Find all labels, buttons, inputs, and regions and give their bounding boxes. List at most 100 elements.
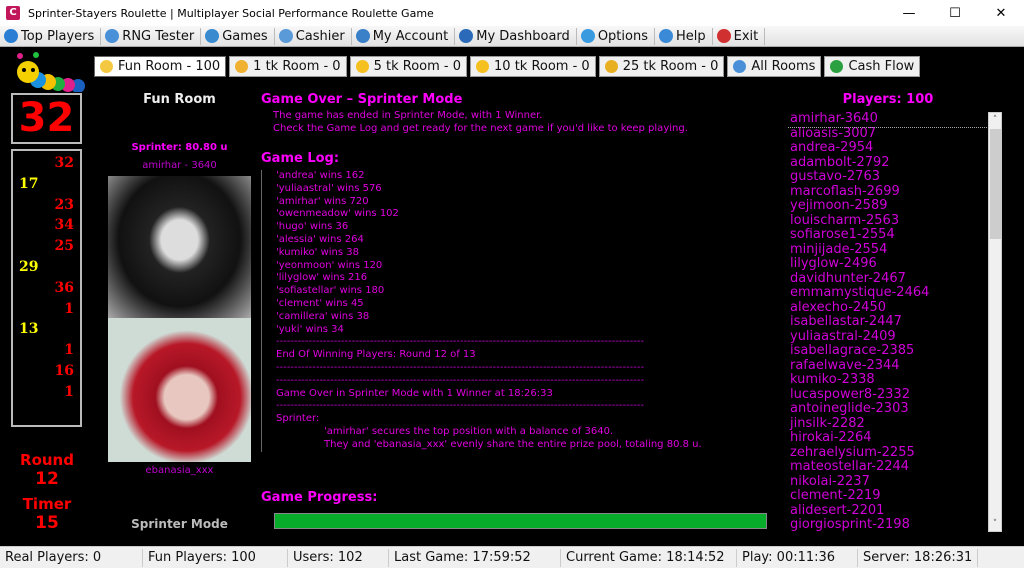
room-button[interactable]: Fun Room - 100 bbox=[94, 56, 227, 77]
menu-cashier[interactable]: Cashier bbox=[275, 27, 352, 45]
game-panel: Game Over – Sprinter Mode The game has e… bbox=[261, 92, 771, 452]
log-separator: ----------------------------------------… bbox=[276, 374, 645, 386]
menu-label: Cashier bbox=[295, 28, 345, 44]
player-item[interactable]: amirhar-3640 bbox=[788, 112, 989, 128]
menu-label: Help bbox=[675, 28, 706, 44]
monitor-icon bbox=[459, 29, 474, 43]
player-item[interactable]: louischarm-2563 bbox=[788, 213, 988, 229]
log-line: 'andrea' wins 162 bbox=[276, 170, 365, 181]
status-field: Fun Players: 100 bbox=[143, 548, 288, 567]
player-item[interactable]: alexecho-2450 bbox=[788, 300, 988, 316]
user-icon bbox=[355, 29, 370, 43]
player-item[interactable]: minjijade-2554 bbox=[788, 242, 988, 258]
room-label: 25 tk Room - 0 bbox=[622, 59, 719, 74]
scroll-up-icon[interactable]: ˄ bbox=[989, 113, 1001, 127]
crown-icon bbox=[235, 60, 249, 73]
room-label: Cash Flow bbox=[848, 59, 915, 74]
log-line: 'yeonmoon' wins 120 bbox=[276, 259, 383, 271]
player-item[interactable]: yuliaastral-2409 bbox=[788, 329, 988, 345]
players-scrollbar[interactable]: ˄ ˅ bbox=[988, 112, 1002, 532]
calculator-icon bbox=[278, 29, 293, 43]
room-button[interactable]: 5 tk Room - 0 bbox=[349, 56, 468, 77]
menu-options[interactable]: Options bbox=[577, 27, 655, 45]
minimize-button[interactable]: — bbox=[886, 6, 932, 21]
player-item[interactable]: lucaspower8-2332 bbox=[788, 387, 988, 403]
player-item[interactable]: hirokai-2264 bbox=[788, 430, 988, 446]
menu-rng-tester[interactable]: RNG Tester bbox=[101, 27, 202, 45]
log-line: 'owenmeadow' wins 102 bbox=[276, 208, 399, 220]
player-item[interactable]: alidesert-2201 bbox=[788, 503, 988, 519]
player-item[interactable]: zehraelysium-2255 bbox=[788, 445, 988, 461]
history-number: 1 bbox=[64, 383, 74, 400]
title-bar: C Sprinter-Stayers Roulette | Multiplaye… bbox=[0, 0, 1024, 26]
players-list[interactable]: amirhar-3640 alioasis-3007 andrea-2954 adam… bbox=[788, 112, 1002, 532]
progress-fill bbox=[275, 514, 766, 528]
room-button[interactable]: All Rooms bbox=[727, 56, 822, 77]
log-line: They and 'ebanasia_xxx' evenly share the… bbox=[324, 438, 702, 450]
menu-label: RNG Tester bbox=[122, 28, 195, 44]
player-item[interactable]: gustavo-2763 bbox=[788, 169, 988, 185]
player-item[interactable]: adambolt-2792 bbox=[788, 155, 988, 171]
menu-help[interactable]: Help bbox=[655, 27, 713, 45]
player-item[interactable]: jinsilk-2282 bbox=[788, 416, 988, 432]
sun-icon bbox=[476, 60, 490, 73]
player-item[interactable]: rafaelwave-2344 bbox=[788, 358, 988, 374]
room-button[interactable]: 25 tk Room - 0 bbox=[598, 56, 725, 77]
room-title: Fun Room bbox=[143, 92, 216, 107]
player-item[interactable]: kumiko-2338 bbox=[788, 372, 988, 388]
compass-icon bbox=[105, 29, 120, 43]
room-label: All Rooms bbox=[751, 59, 816, 74]
menu-my-account[interactable]: My Account bbox=[352, 27, 456, 45]
room-button[interactable]: 1 tk Room - 0 bbox=[229, 56, 347, 77]
player-item[interactable]: isabellagrace-2385 bbox=[788, 343, 988, 359]
log-line: 'sofiastellar' wins 180 bbox=[276, 285, 385, 297]
log-line: 'yuki' wins 34 bbox=[276, 323, 344, 335]
scroll-down-icon[interactable]: ˅ bbox=[989, 517, 1001, 531]
player-item[interactable]: davidhunter-2467 bbox=[788, 271, 988, 287]
player-item[interactable]: marcoflash-2699 bbox=[788, 184, 988, 200]
room-label: 5 tk Room - 0 bbox=[373, 59, 462, 74]
player-item[interactable]: clement-2219 bbox=[788, 488, 988, 504]
player-item[interactable]: sofiarose1-2554 bbox=[788, 227, 988, 243]
menu-games[interactable]: Games bbox=[201, 27, 275, 45]
status-field: Real Players: 0 bbox=[0, 548, 143, 567]
room-button[interactable]: 10 tk Room - 0 bbox=[470, 56, 596, 77]
menu-label: Top Players bbox=[21, 28, 95, 44]
player-item[interactable]: andrea-2954 bbox=[788, 140, 988, 156]
menu-label: Exit bbox=[733, 28, 759, 44]
partner-name: ebanasia_xxx bbox=[145, 465, 214, 476]
room-button[interactable]: Cash Flow bbox=[824, 56, 921, 77]
log-line: Sprinter: bbox=[276, 413, 320, 425]
scroll-thumb[interactable] bbox=[990, 129, 1001, 239]
menu-label: Options bbox=[597, 28, 648, 44]
menu-exit[interactable]: Exit bbox=[713, 27, 766, 45]
round-value: 12 bbox=[35, 469, 59, 489]
shield-icon bbox=[604, 60, 618, 73]
player-item[interactable]: mateostellar-2244 bbox=[788, 459, 988, 475]
menu-top-players[interactable]: Top Players bbox=[0, 27, 102, 45]
app-icon: C bbox=[6, 6, 20, 20]
player-item[interactable]: alioasis-3007 bbox=[788, 126, 988, 142]
player-item[interactable]: nikolai-2237 bbox=[788, 474, 988, 490]
log-line: 'yuliaastral' wins 576 bbox=[276, 182, 382, 194]
room-label: 1 tk Room - 0 bbox=[253, 59, 341, 74]
gear-icon bbox=[205, 29, 220, 43]
game-progress-bar bbox=[274, 513, 767, 529]
game-log[interactable]: 'andrea' wins 162'yuliaastral' wins 576 '… bbox=[261, 170, 771, 452]
player-item[interactable]: lilyglow-2496 bbox=[788, 256, 988, 272]
player-item[interactable]: giorgiosprint-2198 bbox=[788, 517, 988, 532]
close-button[interactable]: ✕ bbox=[978, 6, 1024, 21]
log-line: 'camillera' wins 38 bbox=[276, 310, 370, 322]
player-item[interactable]: antoineglide-2303 bbox=[788, 401, 988, 417]
menu-my-dashboard[interactable]: My Dashboard bbox=[455, 27, 577, 45]
status-field: Last Game: 17:59:52 bbox=[389, 548, 561, 567]
mode-label: Sprinter Mode bbox=[131, 517, 228, 531]
player-item[interactable]: emmamystique-2464 bbox=[788, 285, 988, 301]
player-item[interactable]: isabellastar-2447 bbox=[788, 314, 988, 330]
top-players-icon bbox=[4, 29, 18, 43]
history-number: 1 bbox=[64, 300, 74, 317]
log-line: 'hugo' wins 36 bbox=[276, 221, 349, 233]
player-item[interactable]: yejimoon-2589 bbox=[788, 198, 988, 214]
maximize-button[interactable]: ☐ bbox=[932, 6, 978, 21]
game-over-title: Game Over – Sprinter Mode bbox=[261, 92, 463, 107]
